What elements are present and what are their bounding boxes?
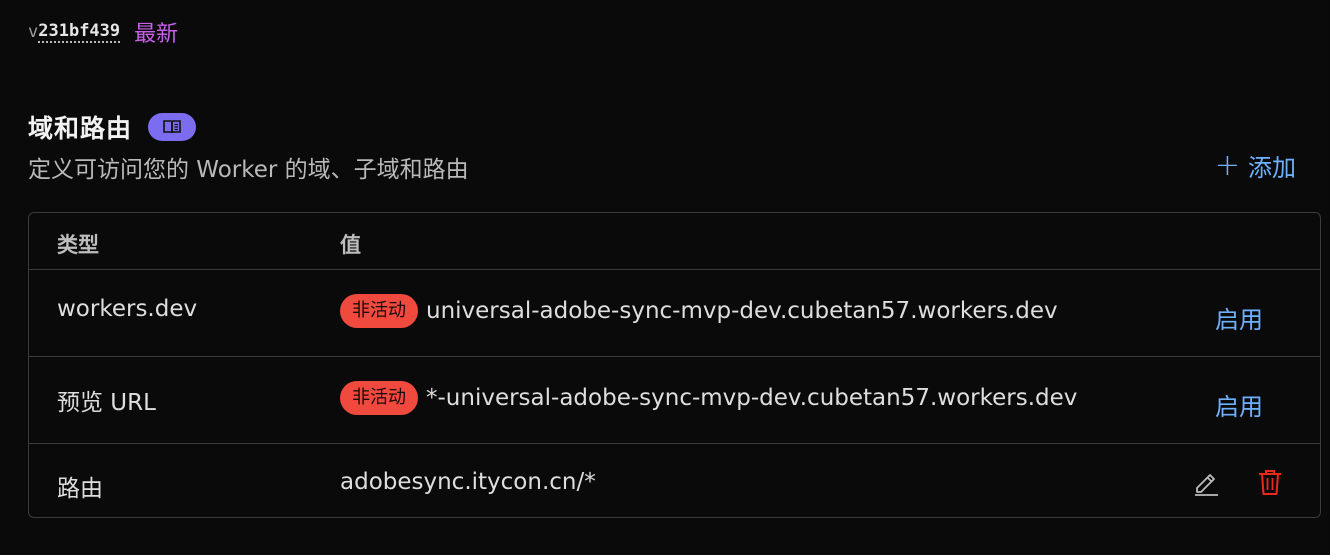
inactive-badge: 非活动 xyxy=(340,381,418,415)
table-row: 预览 URL 非活动 *-universal-adobe-sync-mvp-de… xyxy=(29,357,1320,444)
row-value-text[interactable]: *-universal-adobe-sync-mvp-dev.cubetan57… xyxy=(426,385,1077,411)
row-value: 非活动 *-universal-adobe-sync-mvp-dev.cubet… xyxy=(340,381,1077,415)
header-value: 值 xyxy=(340,233,361,257)
edit-button[interactable] xyxy=(1190,466,1222,498)
table-row: 路由 adobesync.itycon.cn/* xyxy=(29,444,1320,520)
plus-icon: + xyxy=(1214,147,1240,183)
version-prefix: v xyxy=(28,22,39,42)
row-value-text[interactable]: adobesync.itycon.cn/* xyxy=(340,469,596,495)
row-value: 非活动 universal-adobe-sync-mvp-dev.cubetan… xyxy=(340,294,1058,328)
table-header: 类型 值 xyxy=(29,213,1320,270)
pencil-icon xyxy=(1195,474,1218,496)
row-type: workers.dev xyxy=(57,296,198,322)
row-value-text[interactable]: universal-adobe-sync-mvp-dev.cubetan57.w… xyxy=(426,298,1058,324)
header-type: 类型 xyxy=(57,233,99,257)
latest-badge: 最新 xyxy=(134,22,179,47)
version-id[interactable]: 231bf439 xyxy=(38,21,121,43)
delete-button[interactable] xyxy=(1254,466,1286,498)
table-row: workers.dev 非活动 universal-adobe-sync-mvp… xyxy=(29,270,1320,357)
version-row: v 231bf439 最新 xyxy=(28,18,179,47)
section-header: 域和路由 xyxy=(28,110,197,144)
routes-table: 类型 值 workers.dev 非活动 universal-adobe-syn… xyxy=(28,212,1321,518)
row-value: adobesync.itycon.cn/* xyxy=(340,469,596,495)
trash-icon xyxy=(1259,470,1281,495)
row-type: 路由 xyxy=(57,476,103,502)
section-title: 域和路由 xyxy=(28,114,133,143)
add-button[interactable]: + 添加 xyxy=(1215,148,1296,183)
add-label: 添加 xyxy=(1248,154,1296,182)
row-type: 预览 URL xyxy=(57,390,156,416)
docs-button[interactable] xyxy=(148,113,197,141)
enable-button[interactable]: 启用 xyxy=(1215,300,1263,335)
enable-button[interactable]: 启用 xyxy=(1215,387,1263,422)
inactive-badge: 非活动 xyxy=(340,294,418,328)
section-description: 定义可访问您的 Worker 的域、子域和路由 xyxy=(28,157,469,183)
book-icon xyxy=(163,120,181,134)
